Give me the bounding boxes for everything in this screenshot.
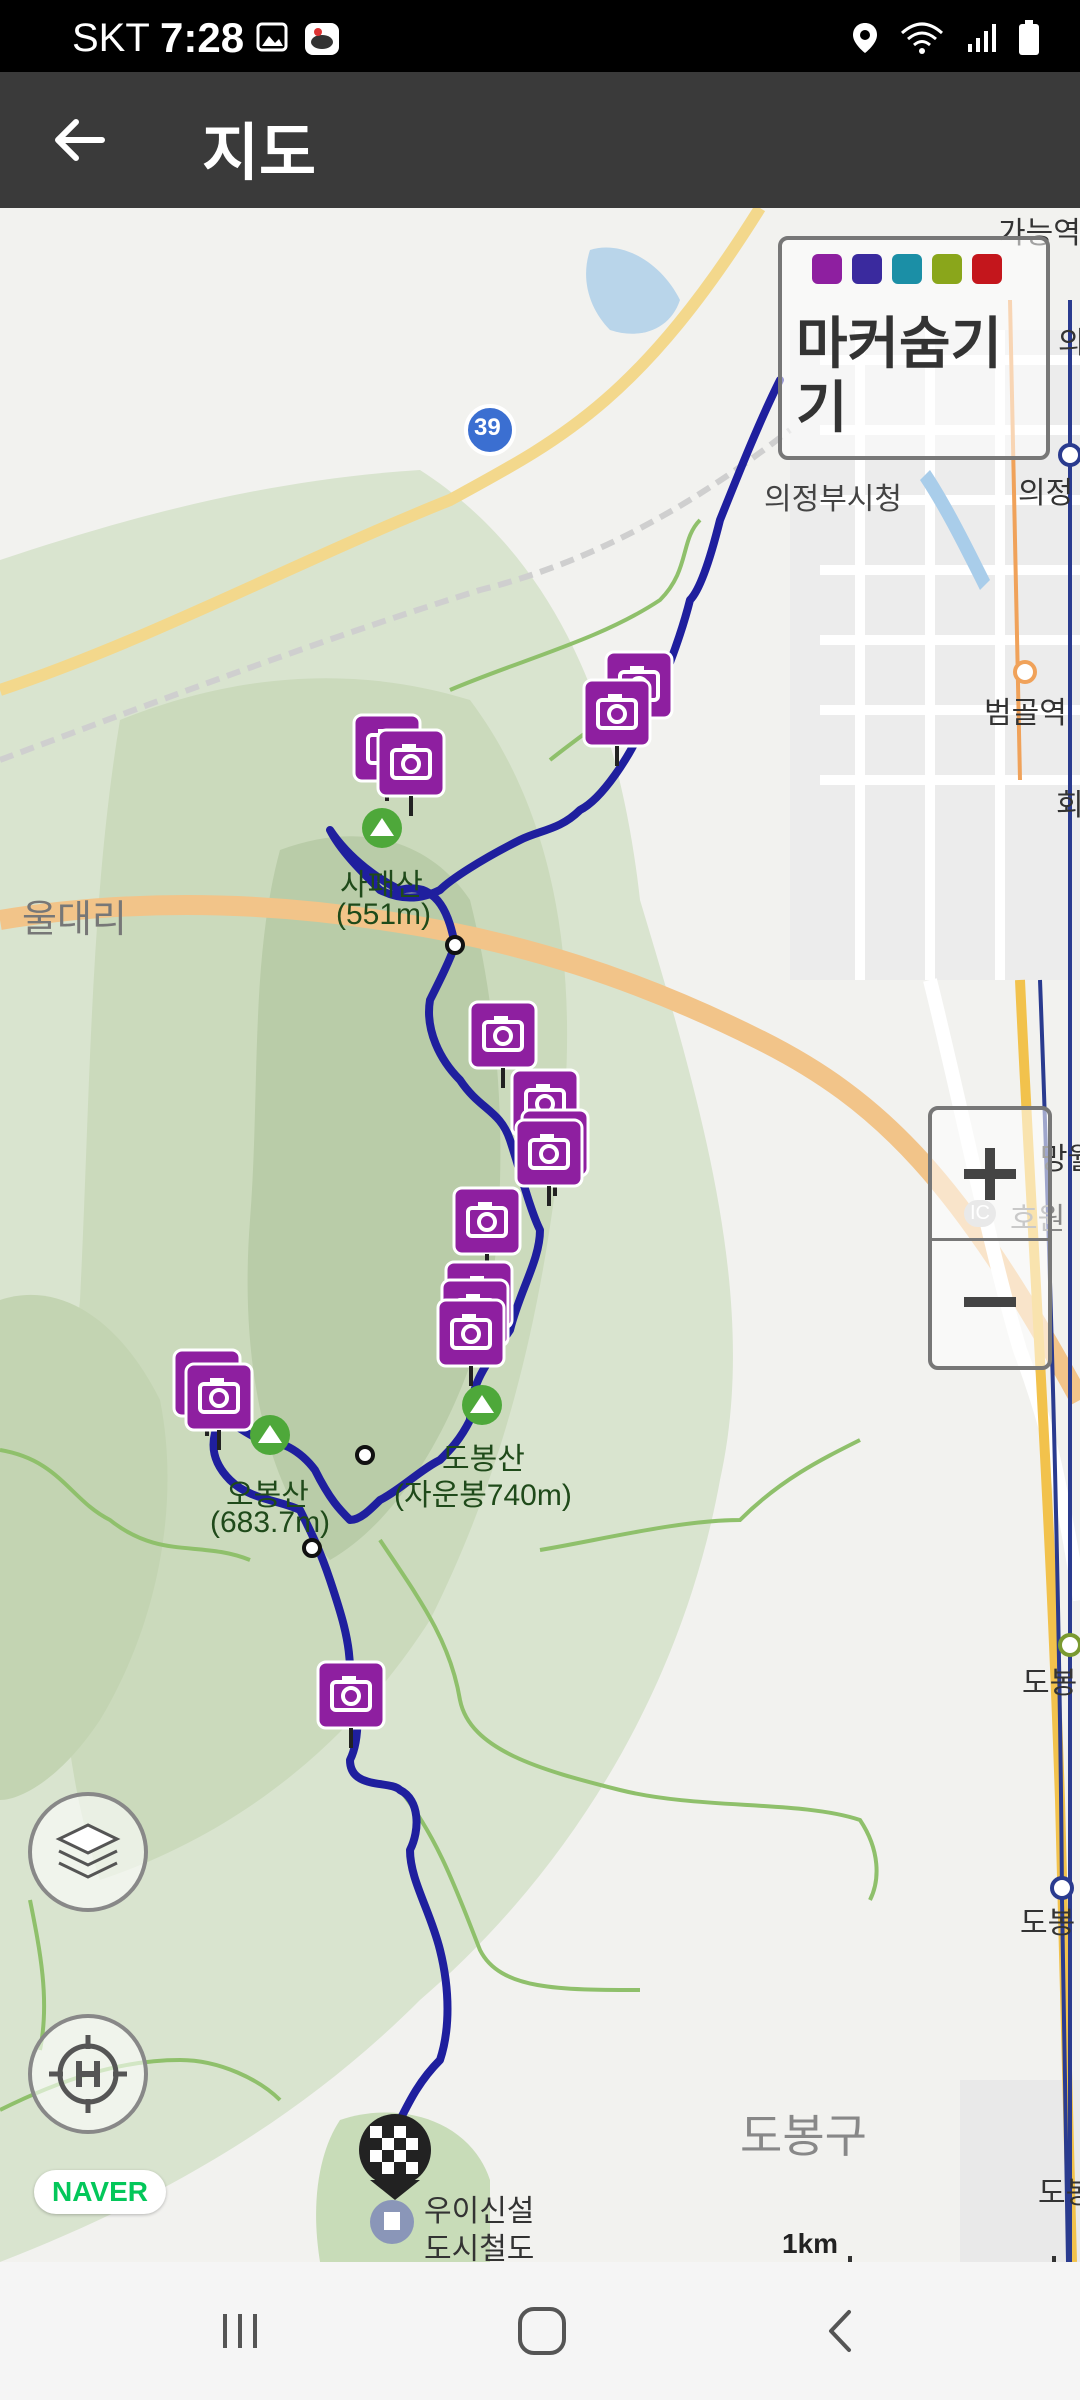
map-base (0, 208, 1080, 2262)
home-icon (518, 2307, 566, 2355)
camera-marker-icon (812, 254, 842, 284)
photo-marker[interactable] (184, 1362, 254, 1452)
map-scale: 1km (782, 2228, 1062, 2262)
map-label: 의정 (1018, 477, 1074, 510)
scale-label: 1km (782, 2228, 839, 2259)
memo-marker-icon (932, 254, 962, 284)
back-button[interactable] (40, 104, 120, 176)
map-label: 울대리 (22, 899, 127, 941)
map-label: (683.7m) (210, 1506, 331, 1539)
app-notification-icon (305, 23, 339, 55)
system-back-button[interactable] (782, 2296, 902, 2366)
photo-marker[interactable] (582, 678, 652, 768)
map-label: 도봉구 (740, 2110, 867, 2162)
battery-icon (1019, 20, 1039, 55)
zoom-controls (928, 1106, 1052, 1370)
plus-icon (964, 1148, 1016, 1200)
map-label: 도봉 (1022, 1667, 1078, 1700)
zoom-out-button[interactable] (932, 1238, 1048, 1366)
gallery-notification-icon (256, 22, 288, 52)
marker-hide-toggle[interactable]: 마커숨기기 (778, 236, 1050, 460)
map-label: (자운봉740m) (394, 1479, 572, 1512)
arrow-left-icon (55, 119, 105, 161)
map-label: 도시철도 (424, 2233, 535, 2262)
recent-apps-icon (223, 2314, 257, 2348)
home-location-button[interactable] (28, 2014, 148, 2134)
back-icon (829, 2310, 851, 2352)
photo-marker[interactable] (514, 1118, 584, 1208)
location-icon (853, 23, 877, 53)
map-view[interactable]: 가능역 의정부시청 의정 의 범골역 회 울대리 사패산 (551m) 도봉산 … (0, 208, 1080, 2262)
photo-marker[interactable] (436, 1298, 506, 1388)
voice-marker-icon (892, 254, 922, 284)
status-bar: SKT 7:28 (0, 0, 1080, 72)
signal-icon (968, 24, 996, 52)
wifi-icon (900, 22, 944, 54)
home-crosshair-icon (49, 2035, 127, 2113)
map-label: 의 (1058, 327, 1080, 360)
road-number: 39 (474, 414, 501, 441)
layers-icon (55, 1823, 121, 1879)
naver-attribution: NAVER (34, 2170, 166, 2214)
layers-button[interactable] (28, 1792, 148, 1912)
clock: 7:28 (160, 14, 245, 61)
marker-hide-label: 마커숨기기 (796, 312, 1003, 439)
photo-marker[interactable] (376, 728, 446, 818)
map-label: 도봉 (1038, 2177, 1080, 2210)
page-title: 지도 (202, 119, 317, 188)
map-label: (551m) (336, 898, 432, 931)
map-label: 의정부시청 (764, 483, 902, 516)
flag-marker-icon (972, 254, 1002, 284)
photo-marker[interactable] (316, 1660, 386, 1750)
map-label: 도봉 (1020, 1907, 1076, 1940)
minus-icon (964, 1297, 1016, 1307)
carrier-name: SKT (72, 16, 150, 60)
app-bar: 지도 (0, 72, 1080, 208)
recent-apps-button[interactable] (180, 2296, 300, 2366)
map-label: 범골역 (984, 697, 1067, 730)
zoom-in-button[interactable] (932, 1110, 1048, 1241)
video-marker-icon (852, 254, 882, 284)
map-label: 회 (1056, 789, 1080, 822)
system-nav-bar (0, 2262, 1080, 2400)
home-button[interactable] (482, 2296, 602, 2366)
